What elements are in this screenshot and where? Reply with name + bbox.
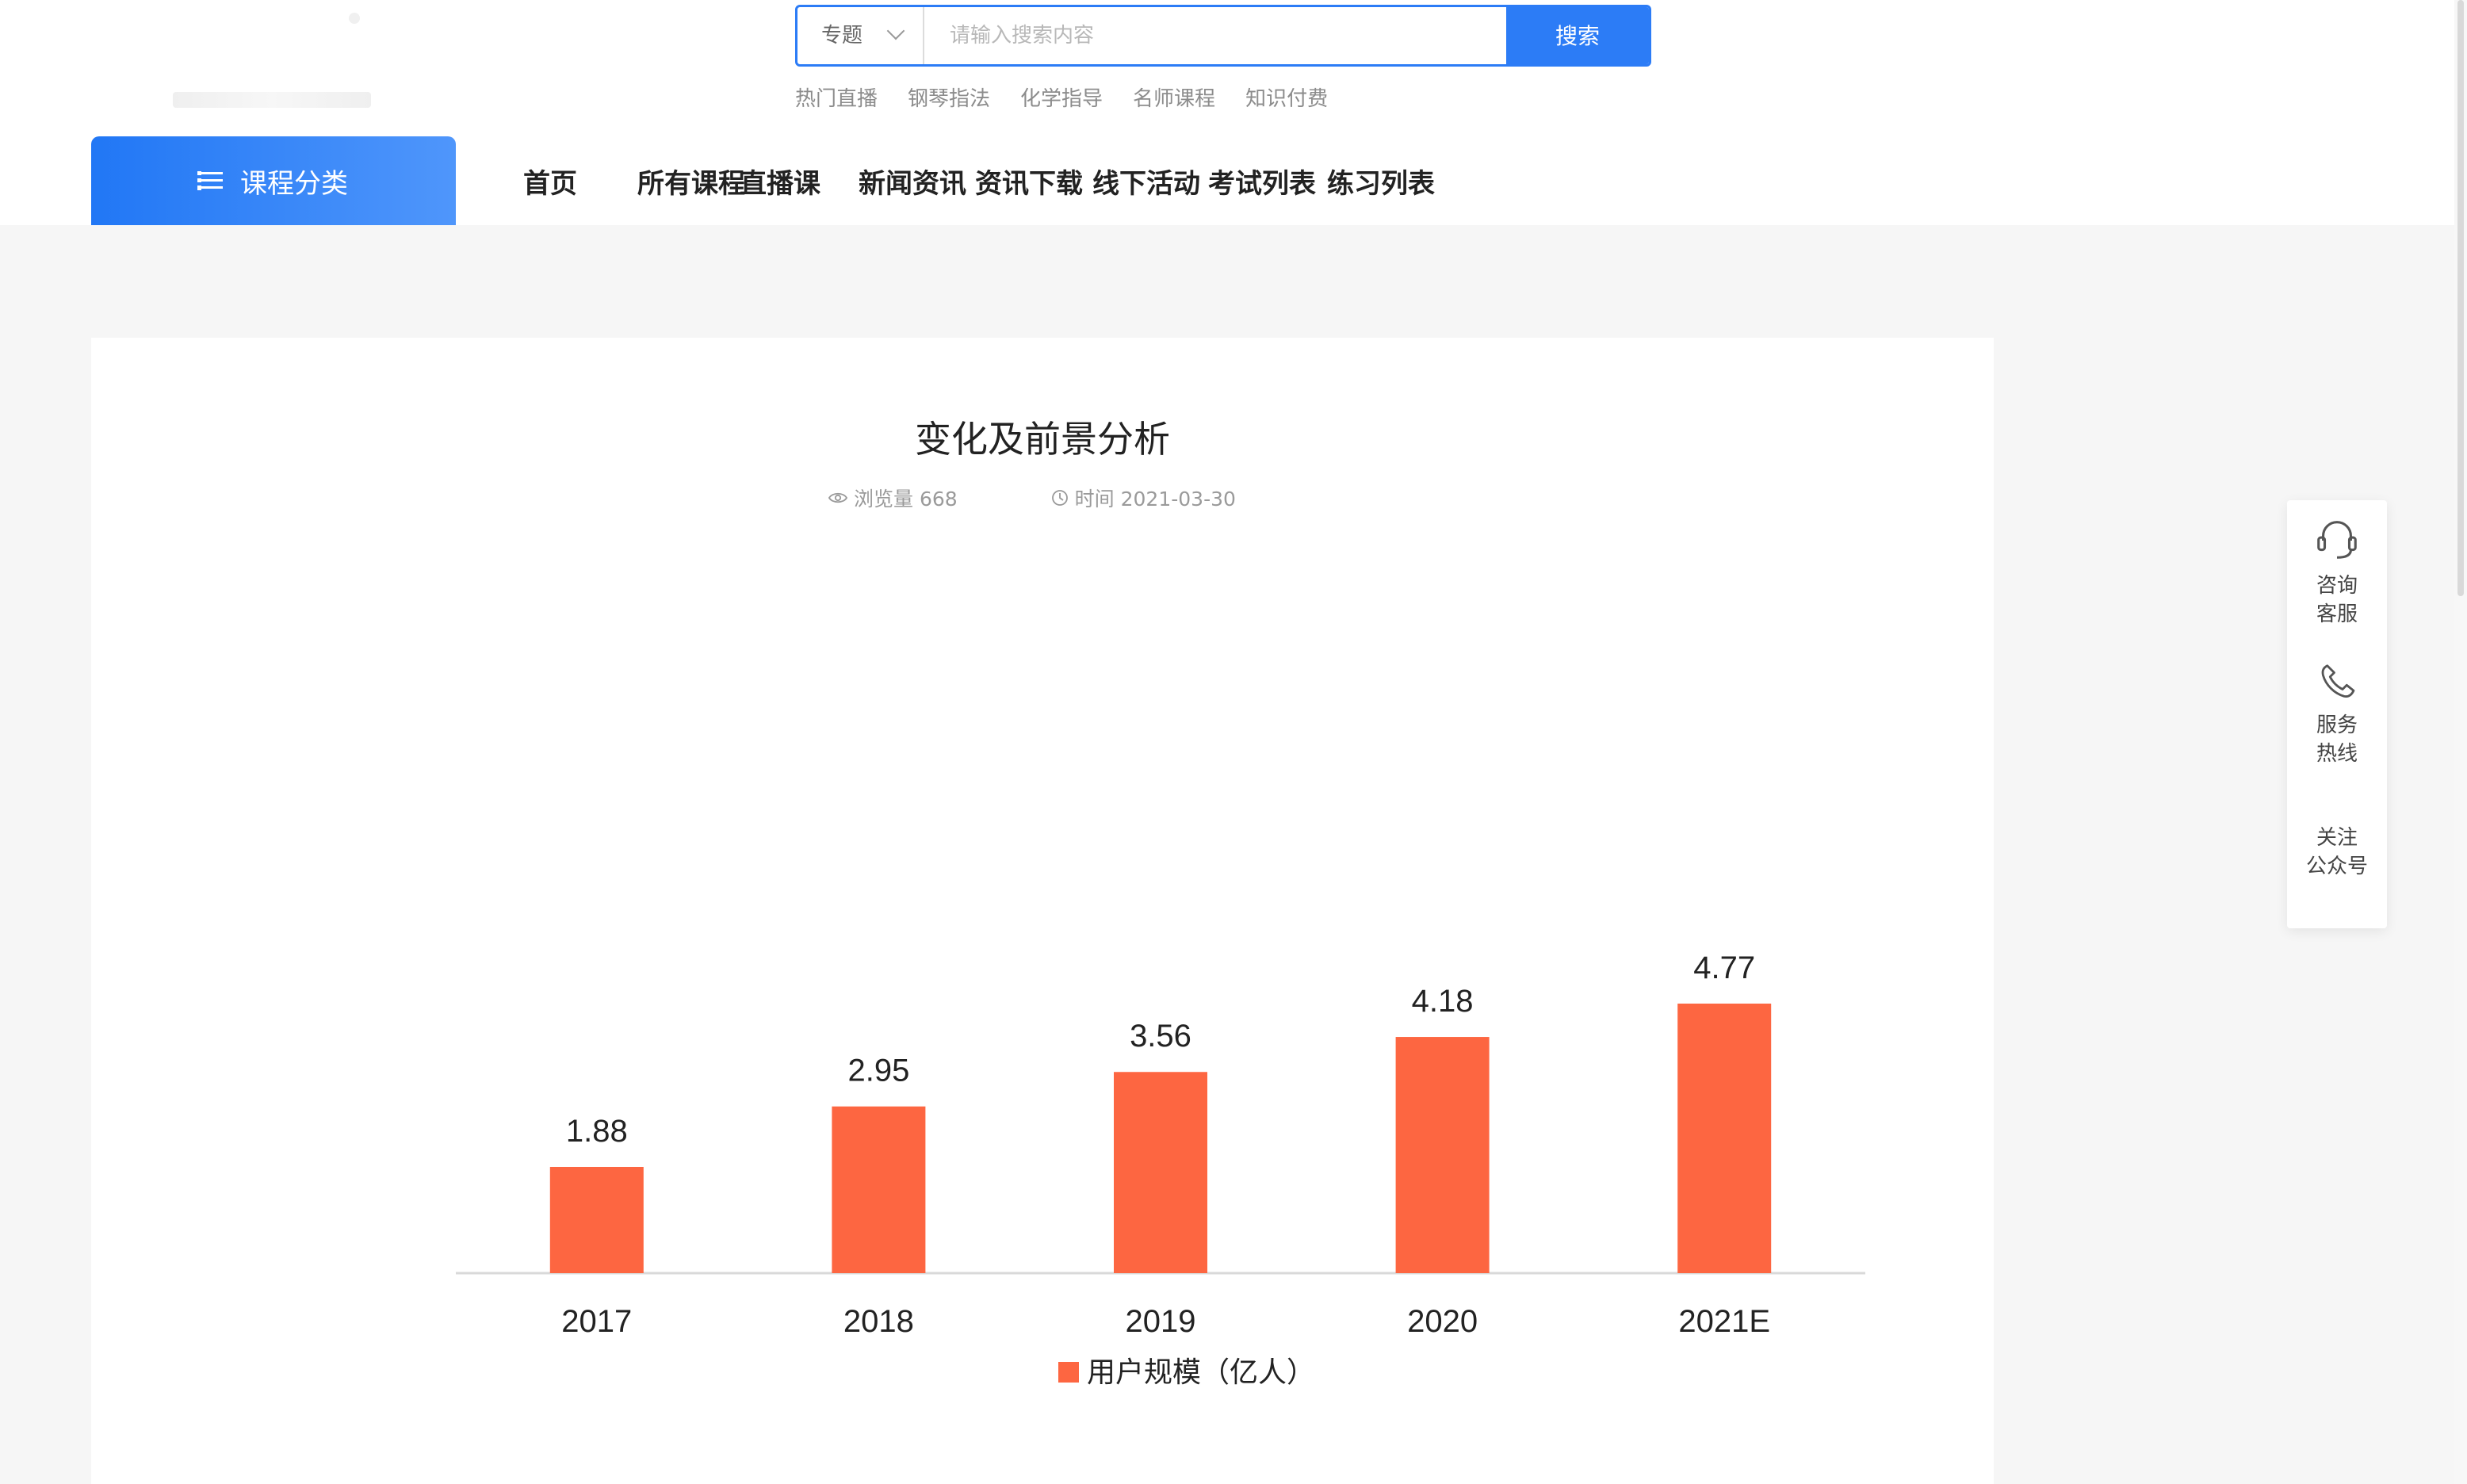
bar-2017: [549, 1166, 644, 1273]
nav-item[interactable]: 线下活动: [1092, 155, 1200, 212]
search-bar: 专题 搜索: [795, 5, 1651, 67]
legend-label: 用户规模（亿人）: [1087, 1356, 1315, 1388]
site-logo[interactable]: [159, 8, 396, 111]
top-header: 专题 搜索 热门直播 钢琴指法 化学指导 名师课程 知识付费 课程分类 首页 所有课程直播…: [0, 0, 2467, 225]
search-type-select[interactable]: 专题: [797, 7, 924, 64]
search-type-label: 专题: [821, 24, 863, 48]
bar-2019: [1114, 1072, 1207, 1273]
article-card: 变化及前景分析 浏览量 668 时间 2021-03-30 Users Scal…: [91, 338, 1994, 1484]
list-icon: [197, 170, 223, 191]
search-input[interactable]: [926, 7, 1509, 64]
view-count: 浏览量 668: [828, 484, 958, 512]
follow-official-account-item[interactable]: 关注 公众号: [2287, 824, 2387, 881]
hot-keyword-link[interactable]: 热门直播: [795, 82, 878, 111]
hot-keyword-link[interactable]: 化学指导: [1020, 82, 1103, 111]
x-tick-label: 2021E: [1678, 1304, 1770, 1339]
publish-time: 时间 2021-03-30: [1051, 484, 1236, 512]
bar-2021E: [1677, 1004, 1772, 1273]
user-scale-bar-chart: Users Scale of Knowledge Paying Industry…: [456, 950, 1865, 1388]
hot-keyword-link[interactable]: 知识付费: [1245, 82, 1328, 111]
bar-2020: [1395, 1037, 1490, 1273]
bar-value-label: 1.88: [566, 1114, 628, 1149]
chevron-down-icon: [886, 21, 905, 40]
legend-swatch: [1058, 1362, 1079, 1383]
x-tick-label: 2018: [843, 1304, 914, 1339]
publish-time-label: 时间 2021-03-30: [1074, 488, 1236, 511]
nav-item[interactable]: 所有课程: [637, 155, 745, 212]
nav-item[interactable]: 新闻资讯: [859, 155, 966, 212]
floating-service-toolbar: 咨询 客服服务 热线关注 公众号: [2287, 500, 2387, 928]
side-toolbar-label: 关注 公众号: [2305, 826, 2368, 878]
nav-item[interactable]: 考试列表: [1208, 155, 1316, 212]
hot-keyword-link[interactable]: 名师课程: [1133, 82, 1215, 111]
service-hotline-item[interactable]: 服务 热线: [2287, 659, 2387, 768]
logo-mark: [349, 13, 360, 24]
view-count-label: 浏览量 668: [854, 488, 958, 511]
nav-item[interactable]: 练习列表: [1327, 155, 1435, 212]
bar-value-label: 2.95: [847, 1054, 909, 1088]
logo-tagline: [173, 92, 371, 108]
hot-keywords: 热门直播 钢琴指法 化学指导 名师课程 知识付费: [795, 82, 1328, 111]
headset-icon: [2317, 521, 2357, 559]
x-tick-label: 2020: [1407, 1304, 1478, 1339]
bar-2018: [832, 1106, 926, 1273]
consult-service-item[interactable]: 咨询 客服: [2287, 514, 2387, 629]
phone-icon: [2321, 664, 2355, 698]
search-button[interactable]: 搜索: [1506, 7, 1649, 64]
course-category-button[interactable]: 课程分类: [91, 136, 456, 225]
nav-item[interactable]: 资讯下载: [975, 155, 1083, 212]
x-tick-label: 2017: [561, 1304, 632, 1339]
side-toolbar-label: 服务 热线: [2316, 713, 2358, 766]
bar-value-label: 4.77: [1693, 950, 1755, 985]
article-meta: 浏览量 668 时间 2021-03-30: [828, 484, 1236, 512]
clock-icon: [1051, 490, 1068, 506]
course-category-label: 课程分类: [240, 167, 348, 200]
bar-value-label: 4.18: [1412, 984, 1474, 1019]
hot-keyword-link[interactable]: 钢琴指法: [908, 82, 990, 111]
article-title: 变化及前景分析: [915, 418, 1170, 461]
eye-icon: [828, 492, 847, 503]
x-tick-label: 2019: [1126, 1304, 1196, 1339]
nav-item[interactable]: 直播课: [740, 155, 820, 212]
side-toolbar-label: 咨询 客服: [2316, 574, 2358, 626]
nav-item[interactable]: 首页: [523, 155, 577, 212]
bar-value-label: 3.56: [1130, 1019, 1191, 1054]
page-scrollbar-thumb[interactable]: [2457, 0, 2464, 596]
